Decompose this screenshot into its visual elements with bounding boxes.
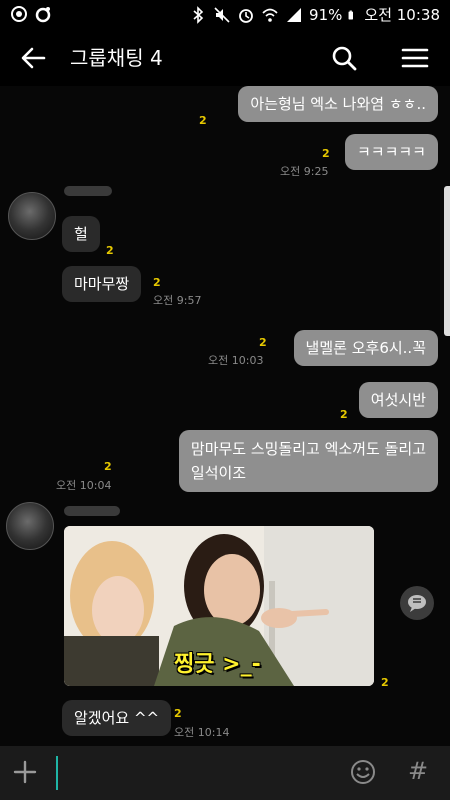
bluetooth-icon <box>193 6 204 24</box>
message-bubble-out[interactable]: 낼멜론 오후6시..꼭 <box>293 330 438 366</box>
notification-app-icon-2 <box>35 7 51 23</box>
sender-name-redacted <box>64 186 112 196</box>
message-bubble-out[interactable]: 맘마무도 스밍돌리고 엑소꺼도 돌리고 일석이조 <box>178 430 438 492</box>
message-bubble-out[interactable]: 여섯시반 <box>358 382 438 418</box>
unread-count: 2 <box>153 276 161 289</box>
unread-count: 2 <box>322 147 330 160</box>
emoji-icon[interactable] <box>350 759 376 785</box>
message-line: 맘마무도 스밍돌리고 엑소꺼도 돌리고 <box>190 440 426 458</box>
chat-message-list[interactable]: 아는형님 엑소 나와염 ㅎㅎ.. 2 ㅋㅋㅋㅋㅋ 2 오전 9:25 헐 2 마… <box>0 86 450 746</box>
sender-name-redacted <box>64 506 120 516</box>
unread-count: 2 <box>259 336 267 349</box>
battery-percent: 91% <box>309 6 343 24</box>
unread-count: 2 <box>104 460 112 473</box>
share-bubble-icon <box>408 595 426 612</box>
app-bar: 그룹채팅 4 <box>0 30 450 86</box>
message-bubble-in[interactable]: 마마무짱 <box>62 266 142 302</box>
message-bubble-out[interactable]: ㅋㅋㅋㅋㅋ <box>344 134 438 170</box>
scrollbar-handle[interactable] <box>444 186 450 336</box>
image-caption: 찡긋 >_- <box>174 652 261 677</box>
message-bubble-out[interactable]: 아는형님 엑소 나와염 ㅎㅎ.. <box>238 86 438 122</box>
plus-icon[interactable] <box>12 759 38 785</box>
unread-count: 2 <box>174 707 182 720</box>
message-time: 오전 10:14 <box>174 726 230 739</box>
message-bubble-in[interactable]: 알겠어요 ^^ <box>62 700 172 736</box>
arrow-left-icon[interactable] <box>18 44 48 72</box>
wifi-icon <box>262 8 278 22</box>
message-input-bar: # <box>0 746 450 800</box>
unread-count: 2 <box>340 408 348 421</box>
unread-count: 2 <box>199 114 207 127</box>
mute-icon <box>214 7 230 23</box>
message-input[interactable] <box>56 756 326 790</box>
chat-title: 그룹채팅 4 <box>70 46 163 70</box>
message-time: 오전 10:04 <box>56 479 112 492</box>
alarm-icon <box>239 9 253 23</box>
hash-icon[interactable]: # <box>404 756 432 786</box>
battery-icon <box>348 10 354 20</box>
message-time: 오전 9:25 <box>280 165 329 178</box>
notification-app-icon <box>11 6 27 22</box>
image-message[interactable]: 찡긋 >_- <box>64 526 374 686</box>
status-time: 오전 10:38 <box>364 6 440 24</box>
status-bar: 91% 오전 10:38 <box>0 0 450 30</box>
message-bubble-in[interactable]: 헐 <box>62 216 100 252</box>
unread-count: 2 <box>106 244 114 257</box>
search-icon[interactable] <box>330 44 358 72</box>
unread-count: 2 <box>381 676 389 689</box>
avatar[interactable] <box>6 502 54 550</box>
avatar[interactable] <box>8 192 56 240</box>
signal-icon <box>287 8 302 22</box>
message-time: 오전 9:57 <box>153 294 202 307</box>
share-button[interactable] <box>400 586 434 620</box>
message-time: 오전 10:03 <box>208 354 264 367</box>
message-line: 일석이조 <box>190 464 247 482</box>
hamburger-menu-icon[interactable] <box>400 44 430 72</box>
